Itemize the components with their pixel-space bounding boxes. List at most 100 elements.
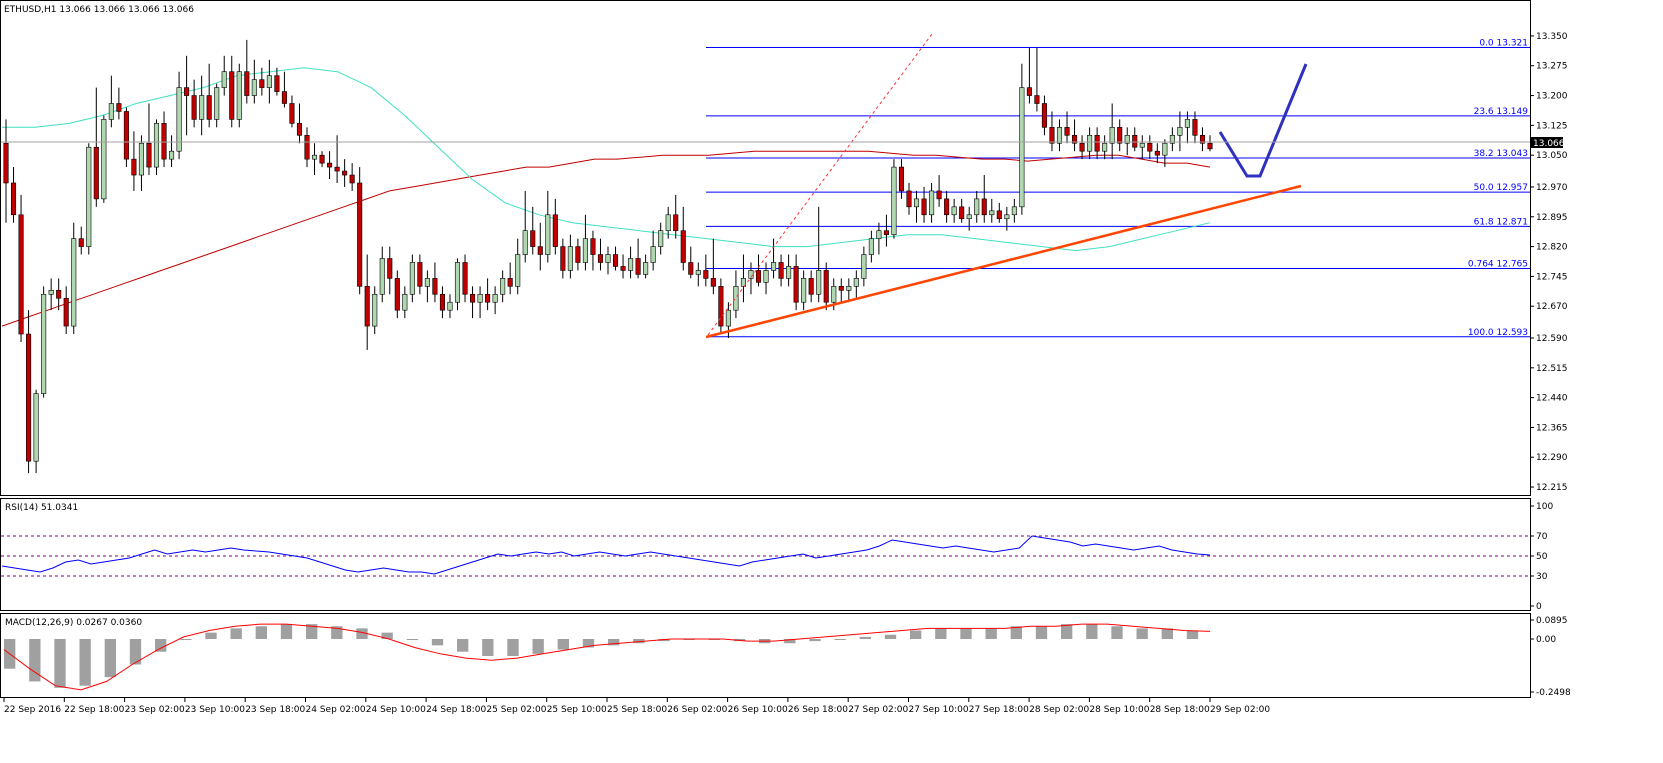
candle-body: [41, 293, 47, 394]
candle-body: [876, 230, 882, 239]
candle-body: [537, 246, 543, 255]
candle-body: [823, 270, 829, 303]
candle-body: [63, 297, 69, 327]
candle-body: [545, 214, 551, 255]
candle-body: [778, 262, 784, 279]
candle-body: [244, 71, 250, 96]
candle-body: [319, 154, 325, 164]
x-tick-label: 22 Sep 18:00: [64, 705, 124, 715]
rsi-tick-label: 100: [1536, 502, 1553, 512]
candle-body: [153, 123, 160, 168]
candle-body: [387, 258, 393, 279]
candle-body: [552, 214, 558, 247]
candle-body: [289, 103, 295, 124]
candle-body: [394, 278, 400, 311]
macd-bar: [79, 638, 91, 686]
fib-level-label: 0.0 13.321: [1479, 38, 1528, 48]
candle-body: [470, 293, 476, 303]
x-tick-label: 26 Sep 02:00: [667, 705, 727, 715]
macd-bar: [205, 632, 217, 639]
candle-body: [349, 174, 355, 184]
candle-body: [1184, 119, 1190, 128]
y-tick-label: 12.670: [1536, 302, 1568, 312]
candle-body: [78, 238, 84, 247]
macd-bar: [280, 624, 293, 639]
candle-body: [259, 79, 265, 88]
candle-body: [771, 262, 777, 271]
candle-body: [801, 278, 807, 303]
candle-body: [454, 262, 461, 303]
rsi-tick-label: 70: [1536, 532, 1548, 542]
candle-body: [966, 214, 972, 220]
candle-body: [3, 142, 9, 184]
candle-body: [477, 293, 483, 303]
macd-bar: [557, 638, 569, 650]
candle-body: [951, 206, 957, 216]
candle-body: [658, 230, 664, 247]
candle-body: [146, 142, 152, 168]
x-tick-label: 23 Sep 02:00: [125, 705, 185, 715]
x-tick-label: 25 Sep 18:00: [607, 705, 667, 715]
candle-body: [944, 198, 950, 216]
fib-level-label: 100.0 12.593: [1468, 328, 1528, 338]
candle-body: [221, 71, 227, 88]
y-tick-label: 12.365: [1536, 423, 1568, 433]
y-tick-label: 13.275: [1536, 62, 1568, 72]
candle-body: [1147, 142, 1153, 152]
candle-body: [1162, 142, 1168, 156]
candle: [123, 107, 129, 168]
candle-body: [357, 182, 363, 287]
macd-bar: [507, 638, 519, 656]
candle-body: [929, 190, 935, 216]
candle-body: [620, 266, 626, 271]
candle-body: [500, 278, 506, 295]
candle-body: [101, 119, 107, 200]
candle-body: [628, 258, 634, 271]
candle-body: [1087, 134, 1093, 152]
candle-body: [439, 293, 445, 311]
fib-level-label: 0.764 12.765: [1468, 259, 1528, 269]
candle: [86, 143, 92, 255]
candle-body: [296, 123, 303, 136]
candle-body: [612, 254, 619, 267]
candle-body: [643, 262, 649, 275]
candle-body: [507, 278, 513, 287]
y-tick-label: 13.350: [1536, 32, 1568, 42]
candle-body: [989, 210, 995, 216]
macd-bar: [406, 638, 418, 640]
x-tick-label: 27 Sep 02:00: [848, 705, 908, 715]
candle-body: [582, 238, 588, 263]
candle-body: [327, 162, 333, 168]
candle-body: [688, 262, 694, 275]
candle-body: [913, 198, 920, 208]
candle-body: [334, 166, 340, 172]
macd-tick-label: 0.0895: [1536, 616, 1568, 626]
macd-bar: [935, 628, 947, 639]
candle: [153, 119, 160, 176]
candle: [33, 389, 39, 474]
candle-body: [808, 278, 814, 295]
macd-bar: [884, 634, 897, 639]
candle-body: [447, 301, 453, 311]
candle-body: [515, 254, 521, 287]
macd-title: MACD(12,26,9) 0.0267 0.0360: [5, 618, 142, 628]
candle: [891, 159, 897, 239]
candle-body: [48, 290, 54, 295]
candle-body: [184, 87, 190, 96]
candle-body: [853, 278, 859, 287]
candle-body: [981, 198, 987, 216]
fib-level-label: 61.8 12.871: [1474, 217, 1528, 227]
x-tick-label: 28 Sep 02:00: [1029, 705, 1089, 715]
macd-bar: [1086, 624, 1098, 639]
candle-body: [492, 293, 498, 303]
candle: [101, 115, 107, 203]
macd-tick-label: 0.00: [1536, 635, 1556, 645]
candle-body: [86, 146, 92, 247]
x-tick-label: 28 Sep 18:00: [1150, 705, 1210, 715]
candle-body: [838, 286, 844, 291]
candle: [454, 258, 461, 311]
candle-body: [138, 142, 144, 176]
current-price-label: 13.066: [1533, 139, 1565, 149]
y-tick-label: 12.290: [1536, 453, 1568, 463]
candle-body: [590, 238, 596, 255]
